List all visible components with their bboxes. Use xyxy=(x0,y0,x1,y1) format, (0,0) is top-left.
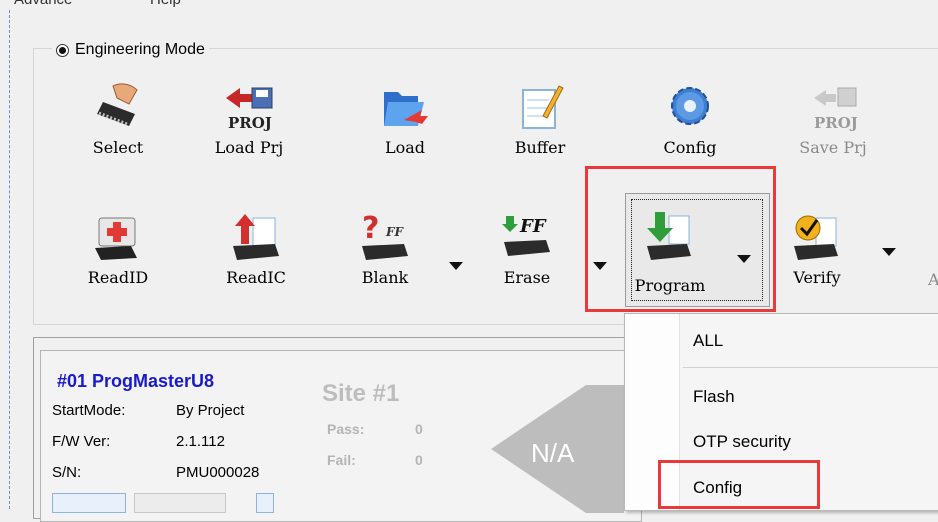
window-left-edge xyxy=(9,10,10,509)
site-status: N/A xyxy=(531,438,575,468)
toolbar-overflow-label: A xyxy=(928,270,938,289)
svg-text:FF: FF xyxy=(519,216,547,237)
erase-button[interactable]: FF Erase xyxy=(477,210,577,287)
erase-label: Erase xyxy=(503,268,551,287)
engineering-mode-radio[interactable]: Engineering Mode xyxy=(52,39,209,61)
save-project-button[interactable]: PROJ Save Prj xyxy=(783,80,883,157)
gear-icon xyxy=(663,80,717,132)
readid-label: ReadID xyxy=(87,268,149,287)
fail-label: Fail: xyxy=(327,452,356,468)
site-scroll-up-button[interactable] xyxy=(256,493,274,513)
load-project-label: Load Prj xyxy=(214,138,284,157)
hand-chip-icon xyxy=(91,80,145,132)
load-project-icon: PROJ xyxy=(222,80,276,132)
read-ic-icon xyxy=(229,210,283,262)
svg-text:PROJ: PROJ xyxy=(814,114,858,132)
site-title: Site #1 xyxy=(322,380,400,407)
first-aid-chip-icon xyxy=(91,210,145,262)
buffer-edit-icon xyxy=(513,80,567,132)
fw-version-value: 2.1.112 xyxy=(176,433,225,450)
menu-item-otp-security[interactable]: OTP security xyxy=(693,432,791,452)
verify-label: Verify xyxy=(793,268,841,287)
menu-item-all[interactable]: ALL xyxy=(693,331,723,351)
blank-button[interactable]: ? FF Blank xyxy=(335,210,435,287)
readic-label: ReadIC xyxy=(226,268,286,287)
menu-advance[interactable]: Advance xyxy=(14,0,72,8)
verify-button[interactable]: Verify xyxy=(767,210,867,287)
select-button[interactable]: Select xyxy=(68,80,168,157)
erase-icon: FF xyxy=(500,210,554,262)
svg-text:PROJ: PROJ xyxy=(228,114,272,132)
start-mode-label: StartMode: xyxy=(52,402,126,419)
load-project-button[interactable]: PROJ Load Prj xyxy=(199,80,299,157)
status-arrow-body xyxy=(586,385,624,513)
blank-label: Blank xyxy=(361,268,409,287)
readid-button[interactable]: ReadID xyxy=(68,210,168,287)
pass-label: Pass: xyxy=(327,421,365,437)
engineering-mode-label: Engineering Mode xyxy=(75,41,205,58)
config-button[interactable]: Config xyxy=(640,80,740,157)
pass-value: 0 xyxy=(415,421,423,437)
select-label: Select xyxy=(92,138,144,157)
load-label: Load xyxy=(384,138,426,157)
fw-version-label: F/W Ver: xyxy=(52,433,111,450)
folder-open-icon xyxy=(378,80,432,132)
menu-item-flash[interactable]: Flash xyxy=(693,387,735,407)
menu-separator xyxy=(683,367,938,368)
highlight-program-box xyxy=(585,166,776,312)
site-mini-button-2[interactable] xyxy=(134,493,226,513)
serial-number-label: S/N: xyxy=(52,464,82,481)
site-mini-button-1[interactable] xyxy=(52,493,126,513)
load-button[interactable]: Load xyxy=(355,80,455,157)
serial-number-value: PMU000028 xyxy=(176,464,260,481)
menu-bar: Advance Help xyxy=(0,0,938,10)
radio-selected-icon[interactable] xyxy=(56,43,69,57)
buffer-label: Buffer xyxy=(514,138,566,157)
blank-check-icon: ? FF xyxy=(358,210,412,262)
menu-help[interactable]: Help xyxy=(150,0,181,8)
save-project-label: Save Prj xyxy=(799,138,867,157)
start-mode-value: By Project xyxy=(176,402,245,419)
readic-button[interactable]: ReadIC xyxy=(206,210,306,287)
config-label: Config xyxy=(663,138,717,157)
blank-dropdown-caret-icon[interactable] xyxy=(449,262,463,270)
save-project-icon: PROJ xyxy=(806,80,860,132)
svg-text:?: ? xyxy=(362,211,379,246)
programmer-name: #01 ProgMasterU8 xyxy=(57,371,215,391)
fail-value: 0 xyxy=(415,452,423,468)
highlight-config-item-box xyxy=(658,460,820,509)
svg-text:FF: FF xyxy=(385,225,405,239)
verify-icon xyxy=(790,210,844,262)
buffer-button[interactable]: Buffer xyxy=(490,80,590,157)
verify-dropdown-caret-icon[interactable] xyxy=(882,248,896,256)
